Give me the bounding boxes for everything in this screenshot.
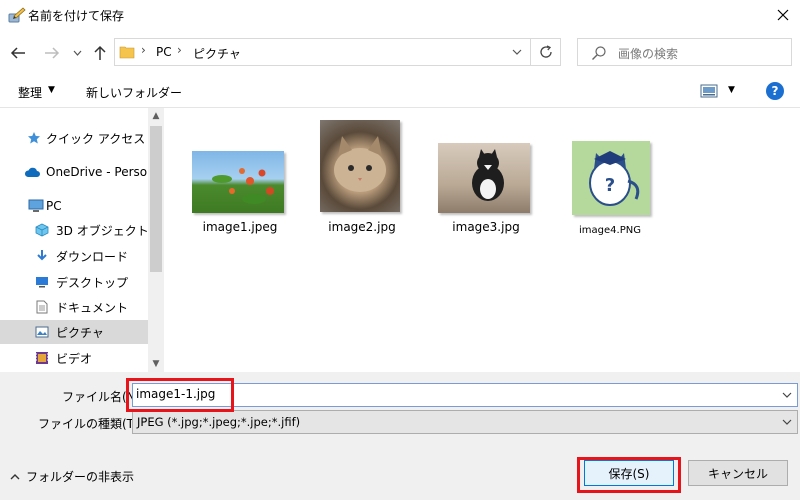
file-thumbnail — [438, 143, 530, 213]
new-folder-button[interactable]: 新しいフォルダー — [86, 84, 182, 101]
computer-icon — [28, 198, 44, 214]
filetype-value: JPEG (*.jpg;*.jpeg;*.jpe;*.jfif) — [137, 415, 301, 429]
arrow-up-icon — [94, 45, 106, 60]
filename-dropdown-button[interactable] — [779, 387, 795, 403]
nav-item-label: クイック アクセス — [46, 131, 146, 146]
search-icon — [591, 45, 607, 61]
title-bar: 名前を付けて保存 — [0, 0, 800, 30]
nav-item-onedrive[interactable]: OneDrive - Person — [0, 160, 155, 184]
cancel-button[interactable]: キャンセル — [688, 460, 788, 486]
refresh-icon — [539, 45, 552, 58]
forward-button[interactable] — [40, 41, 64, 65]
hide-folders-button[interactable]: フォルダーの非表示 — [10, 468, 134, 485]
chevron-down-icon — [782, 392, 792, 398]
filetype-label: ファイルの種類(T): — [38, 417, 143, 431]
search-input[interactable]: 画像の検索 — [577, 38, 792, 66]
close-button[interactable] — [766, 0, 800, 30]
nav-item-label: OneDrive - Person — [46, 165, 155, 179]
file-thumbnail: ? — [572, 141, 650, 215]
arrow-left-icon — [10, 47, 25, 59]
breadcrumb-separator[interactable]: › — [177, 43, 182, 57]
scroll-up-button[interactable]: ▲ — [148, 108, 164, 124]
search-placeholder: 画像の検索 — [618, 47, 679, 61]
back-button[interactable] — [6, 41, 30, 65]
file-thumbnail — [320, 120, 400, 212]
filename-highlight-box — [126, 378, 234, 412]
caret-down-icon[interactable]: ▼ — [728, 85, 735, 95]
nav-item-label: PC — [46, 199, 62, 213]
view-options-button[interactable] — [700, 84, 718, 98]
navigation-pane: クイック アクセス OneDrive - Person PC 3D オブジェクト… — [0, 108, 164, 372]
star-icon — [26, 130, 42, 146]
arrow-right-icon — [45, 47, 60, 59]
nav-item-videos[interactable]: ビデオ — [0, 346, 148, 370]
nav-item-desktop[interactable]: デスクトップ — [0, 270, 148, 294]
save-highlight-box — [577, 457, 681, 493]
nav-item-pc[interactable]: PC — [0, 194, 148, 218]
nav-item-label: デスクトップ — [56, 275, 129, 290]
save-dialog-icon — [8, 7, 26, 23]
up-button[interactable] — [90, 41, 110, 65]
nav-item-label: ドキュメント — [56, 300, 129, 315]
download-icon — [34, 248, 50, 264]
file-thumbnail — [192, 151, 284, 213]
command-bar: 整理 ▼ 新しいフォルダー ▼ — [0, 76, 800, 108]
file-name: image2.jpg — [328, 220, 396, 234]
nav-item-3d-objects[interactable]: 3D オブジェクト — [0, 218, 149, 242]
chevron-down-icon — [782, 419, 792, 425]
file-name: image1.jpeg — [202, 220, 278, 234]
cube-icon — [34, 222, 50, 238]
chevron-down-icon — [73, 50, 81, 56]
nav-item-documents[interactable]: ドキュメント — [0, 295, 148, 319]
breadcrumb-separator[interactable]: › — [141, 43, 146, 57]
filetype-dropdown-button[interactable] — [779, 414, 795, 430]
organize-button[interactable]: 整理 — [18, 84, 42, 101]
address-dropdown-button[interactable] — [508, 43, 526, 61]
nav-item-label: ピクチャ — [56, 325, 104, 340]
breadcrumb-pictures[interactable]: ピクチャ — [193, 45, 241, 62]
recent-locations-button[interactable] — [70, 43, 84, 63]
nav-scrollbar[interactable]: ▲ ▼ — [148, 108, 164, 372]
pictures-icon — [34, 324, 50, 340]
view-icon — [700, 84, 718, 98]
chevron-up-icon — [10, 473, 20, 479]
nav-item-label: 3D オブジェクト — [56, 223, 149, 238]
nav-item-downloads[interactable]: ダウンロード — [0, 244, 148, 268]
window-title: 名前を付けて保存 — [28, 9, 125, 23]
file-list: image1.jpeg image2.jpg image3.jpg ? imag… — [164, 108, 800, 372]
scroll-down-button[interactable]: ▼ — [148, 356, 164, 372]
chevron-down-icon — [512, 49, 522, 55]
desktop-icon — [34, 274, 50, 290]
folder-icon — [119, 44, 135, 60]
hide-folders-label: フォルダーの非表示 — [26, 470, 135, 484]
document-icon — [34, 299, 50, 315]
refresh-button[interactable] — [531, 38, 561, 66]
cloud-icon — [24, 164, 40, 180]
nav-item-quick-access[interactable]: クイック アクセス — [0, 126, 148, 150]
file-name: image3.jpg — [452, 220, 520, 234]
help-button[interactable]: ? — [766, 82, 784, 100]
address-bar[interactable]: › PC › ピクチャ — [114, 38, 531, 66]
breadcrumb-pc[interactable]: PC — [156, 45, 172, 59]
svg-text:?: ? — [605, 175, 615, 196]
filetype-select[interactable]: JPEG (*.jpg;*.jpeg;*.jpe;*.jfif) — [132, 410, 798, 434]
scroll-thumb[interactable] — [150, 126, 162, 272]
nav-item-pictures[interactable]: ピクチャ — [0, 320, 148, 344]
file-name: image4.PNG — [579, 225, 641, 236]
video-icon — [34, 350, 50, 366]
caret-down-icon: ▼ — [48, 85, 55, 95]
close-icon — [777, 9, 789, 21]
nav-item-label: ビデオ — [56, 351, 93, 366]
nav-item-label: ダウンロード — [56, 249, 129, 264]
